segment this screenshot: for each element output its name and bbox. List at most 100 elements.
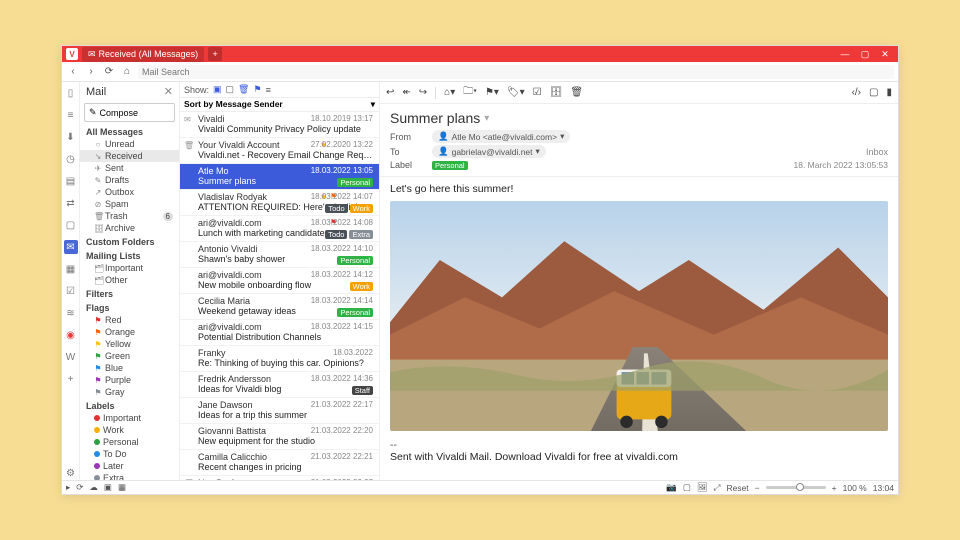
- vivaldi-icon[interactable]: ◉: [64, 328, 78, 342]
- folder-received[interactable]: ↘Received: [80, 150, 179, 162]
- move-folder-icon[interactable]: 🗀▾: [463, 84, 477, 101]
- reply-all-icon[interactable]: ↞: [402, 87, 410, 98]
- sb-panel-icon[interactable]: ▸: [66, 482, 70, 493]
- message-row[interactable]: 🗑★Your Vivaldi Account27.02.2020 13:22Vi…: [180, 138, 379, 164]
- message-row[interactable]: 🗑NextDraft21.03.2022 22:27Verify Your Em…: [180, 476, 379, 480]
- label-personal[interactable]: Personal: [80, 436, 179, 448]
- message-row[interactable]: Cecilia Maria18.03.2022 14:14Weekend get…: [180, 294, 379, 320]
- message-row[interactable]: ari@vivaldi.com18.03.2022 14:15Potential…: [180, 320, 379, 346]
- mailing-important[interactable]: 🗂Important: [80, 262, 179, 274]
- message-row[interactable]: Franky18.03.2022Re: Thinking of buying t…: [180, 346, 379, 372]
- readinglist-icon[interactable]: ≡: [64, 108, 78, 122]
- reply-icon[interactable]: ↩: [386, 87, 394, 98]
- filter-read-icon[interactable]: ▢: [226, 84, 235, 95]
- sb-camera-icon[interactable]: 📷: [666, 482, 677, 493]
- message-row[interactable]: ari@vivaldi.com18.03.2022 14:12New mobil…: [180, 268, 379, 294]
- compose-button[interactable]: ✎ Compose: [84, 103, 175, 122]
- feeds-icon[interactable]: ≋: [64, 306, 78, 320]
- message-row[interactable]: Atle Mo18.03.2022 13:05Summer plansPerso…: [180, 164, 379, 190]
- close-button[interactable]: ✕: [880, 49, 890, 60]
- back-button[interactable]: ‹: [66, 66, 80, 77]
- message-list[interactable]: ✉Vivaldi18.10.2019 13:17Vivaldi Communit…: [180, 112, 379, 480]
- delete-icon[interactable]: 🗑: [570, 87, 583, 98]
- settings-icon[interactable]: ⚙: [64, 466, 78, 480]
- sidebar-close-icon[interactable]: ✕: [164, 85, 173, 98]
- folder-archive[interactable]: 🗄Archive: [80, 222, 179, 234]
- flag-gray[interactable]: ⚑Gray: [80, 386, 179, 398]
- sb-layout-icon[interactable]: ▢: [683, 482, 691, 493]
- vivaldi-logo[interactable]: V: [66, 48, 78, 60]
- home-button[interactable]: ⌂: [120, 66, 134, 77]
- flag-orange[interactable]: ⚑Orange: [80, 326, 179, 338]
- window-icon[interactable]: ▢: [64, 218, 78, 232]
- window-tab[interactable]: ✉ Received (All Messages): [82, 47, 204, 62]
- folder-trash[interactable]: 🗑Trash6: [80, 210, 179, 222]
- battery-icon[interactable]: ▮: [886, 87, 892, 98]
- flag-menu-icon[interactable]: ⚑▾: [485, 87, 499, 98]
- folder-sent[interactable]: ✈Sent: [80, 162, 179, 174]
- mailing-other[interactable]: 🗂Other: [80, 274, 179, 286]
- chevron-down-icon[interactable]: ▾: [484, 113, 489, 124]
- folder-unread[interactable]: ○Unread: [80, 138, 179, 150]
- filter-unread-icon[interactable]: ▣: [213, 84, 222, 95]
- archive-icon[interactable]: 🗄: [550, 87, 563, 98]
- mark-read-icon[interactable]: ☑: [533, 87, 542, 98]
- label-to-do[interactable]: To Do: [80, 448, 179, 460]
- message-row[interactable]: Jane Dawson21.03.2022 22:17Ideas for a t…: [180, 398, 379, 424]
- message-row[interactable]: ✉Vivaldi18.10.2019 13:17Vivaldi Communit…: [180, 112, 379, 138]
- zoom-in-icon[interactable]: +: [832, 483, 837, 493]
- folder-drafts[interactable]: ✎Drafts: [80, 174, 179, 186]
- tasks-icon[interactable]: ☑: [64, 284, 78, 298]
- filter-flag-icon[interactable]: ⚑: [253, 84, 261, 95]
- filter-list-icon[interactable]: ≡: [266, 85, 271, 95]
- label-later[interactable]: Later: [80, 460, 179, 472]
- flag-green[interactable]: ⚑Green: [80, 350, 179, 362]
- message-row[interactable]: Fredrik Andersson18.03.2022 14:36Ideas f…: [180, 372, 379, 398]
- label-important[interactable]: Important: [80, 412, 179, 424]
- label-value[interactable]: Personal: [432, 161, 468, 170]
- label-menu-icon[interactable]: 🏷▾: [507, 87, 525, 98]
- label-extra[interactable]: Extra: [80, 472, 179, 480]
- move-home-icon[interactable]: ⌂▾: [444, 87, 455, 98]
- sb-tile-icon[interactable]: ▦: [118, 482, 126, 493]
- forward-icon[interactable]: ↪: [419, 87, 427, 98]
- from-pill[interactable]: 👤Atle Mo <atle@vivaldi.com>▾: [432, 130, 570, 143]
- flag-blue[interactable]: ⚑Blue: [80, 362, 179, 374]
- bookmarks-icon[interactable]: ▯: [64, 86, 78, 100]
- message-row[interactable]: ★⚑Vladislav Rodyak18.03.2022 14:07ATTENT…: [180, 190, 379, 216]
- history-icon[interactable]: ◷: [64, 152, 78, 166]
- message-row[interactable]: ⚑ari@vivaldi.com18.03.2022 14:08Lunch wi…: [180, 216, 379, 242]
- sb-image-icon[interactable]: 🖼: [697, 482, 708, 493]
- message-row[interactable]: Antonio Vivaldi18.03.2022 14:10Shawn's b…: [180, 242, 379, 268]
- sb-expand-icon[interactable]: ⤢: [714, 482, 721, 493]
- translate-icon[interactable]: ⇄: [64, 196, 78, 210]
- mail-panel-icon[interactable]: ✉: [64, 240, 78, 254]
- search-input[interactable]: [138, 65, 894, 79]
- new-tab-button[interactable]: +: [208, 47, 222, 61]
- minimize-button[interactable]: —: [840, 49, 850, 60]
- label-work[interactable]: Work: [80, 424, 179, 436]
- filter-trash-icon[interactable]: 🗑: [238, 84, 249, 95]
- sb-cloud-icon[interactable]: ☁: [89, 482, 98, 493]
- notes-icon[interactable]: ▤: [64, 174, 78, 188]
- flag-yellow[interactable]: ⚑Yellow: [80, 338, 179, 350]
- code-icon[interactable]: ‹/›: [852, 87, 861, 98]
- to-pill[interactable]: 👤gabrielav@vivaldi.net▾: [432, 145, 546, 158]
- sortbar[interactable]: Sort by Message Sender ▾: [180, 98, 379, 112]
- forward-button[interactable]: ›: [84, 66, 98, 77]
- reset-zoom[interactable]: Reset: [726, 483, 748, 493]
- sb-screenshot-icon[interactable]: ▣: [104, 482, 112, 493]
- downloads-icon[interactable]: ⬇: [64, 130, 78, 144]
- message-row[interactable]: Giovanni Battista21.03.2022 22:20New equ…: [180, 424, 379, 450]
- add-panel-icon[interactable]: +: [64, 372, 78, 386]
- folder-outbox[interactable]: ↗Outbox: [80, 186, 179, 198]
- sb-sync-icon[interactable]: ⟳: [76, 482, 83, 493]
- popout-icon[interactable]: ▢: [869, 87, 878, 98]
- message-row[interactable]: Camilla Calicchio21.03.2022 22:21Recent …: [180, 450, 379, 476]
- folder-spam[interactable]: ⊘Spam: [80, 198, 179, 210]
- zoom-slider[interactable]: [766, 486, 826, 489]
- wiki-icon[interactable]: W: [64, 350, 78, 364]
- maximize-button[interactable]: ▢: [860, 49, 870, 60]
- calendar-icon[interactable]: ▦: [64, 262, 78, 276]
- flag-red[interactable]: ⚑Red: [80, 314, 179, 326]
